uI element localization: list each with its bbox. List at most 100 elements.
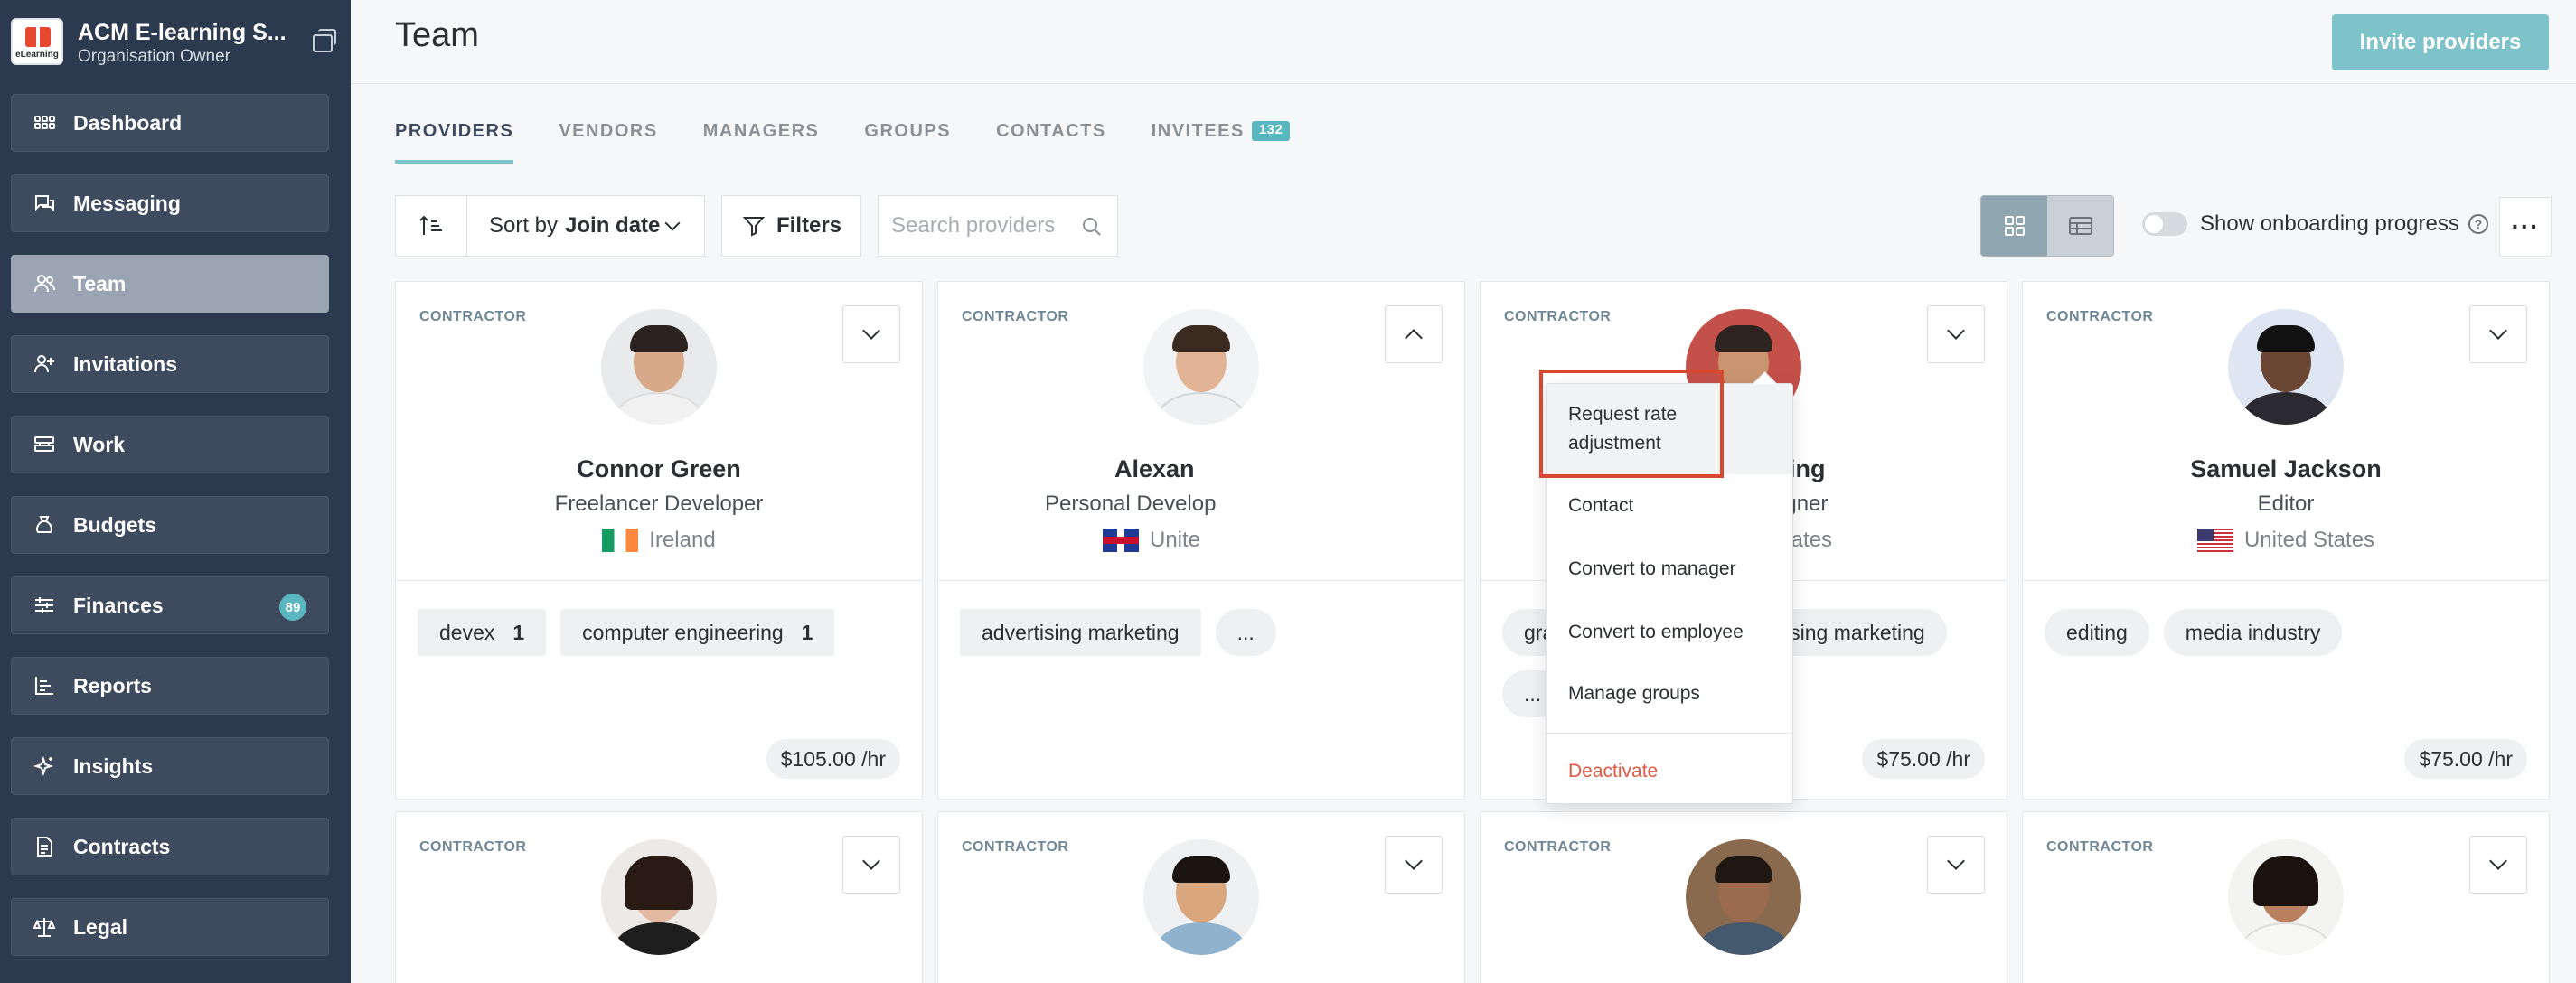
tab-vendors[interactable]: VENDORS	[559, 121, 657, 166]
menu-item-manage-groups[interactable]: Manage groups	[1547, 671, 1792, 716]
help-icon[interactable]: ?	[2468, 214, 2488, 234]
tab-providers[interactable]: PROVIDERS	[395, 121, 514, 166]
sidebar-item-contracts[interactable]: Contracts	[11, 818, 329, 875]
sidebar-item-label: Budgets	[73, 512, 156, 537]
sidebar-item-finances[interactable]: Finances 89	[11, 576, 329, 634]
sidebar-item-insights[interactable]: Insights	[11, 737, 329, 795]
provider-name[interactable]: Samuel Jackson	[2023, 455, 2549, 483]
onboarding-switch[interactable]	[2142, 212, 2187, 236]
menu-item-contact[interactable]: Contact	[1547, 483, 1792, 529]
sidebar-item-label: Invitations	[73, 351, 178, 376]
toolbar: Sort by Join date Filters	[395, 195, 1118, 257]
ireland-flag-icon	[602, 529, 639, 552]
provider-card[interactable]: CONTRACTOR Connor Green Freelancer Devel…	[395, 281, 923, 800]
hourly-rate: $75.00 /hr	[1862, 739, 1985, 779]
main-content: Team Invite providers PROVIDERS VENDORS …	[351, 0, 2576, 983]
provider-type: CONTRACTOR	[1504, 309, 1612, 324]
skill-tags: advertising marketing ...	[960, 609, 1448, 656]
onboarding-toggle[interactable]: Show onboarding progress ?	[2142, 211, 2488, 237]
onboarding-label: Show onboarding progress	[2200, 211, 2459, 236]
card-menu-toggle[interactable]	[842, 836, 900, 894]
sidebar: eLearning ACM E-learning S... Organisati…	[0, 0, 351, 983]
grid-view-icon	[2004, 216, 2025, 236]
search-icon	[1083, 218, 1101, 236]
skill-tag: computer engineering 1	[560, 609, 835, 656]
avatar	[1143, 839, 1259, 955]
switch-org-icon[interactable]	[311, 27, 336, 52]
sidebar-item-messaging[interactable]: Messaging	[11, 174, 329, 232]
invitees-count-badge: 132	[1251, 121, 1291, 141]
card-menu-toggle[interactable]	[1927, 305, 1985, 363]
skill-tag: media industry	[2163, 609, 2343, 656]
team-tabs: PROVIDERS VENDORS MANAGERS GROUPS CONTAC…	[395, 121, 1335, 166]
provider-type: CONTRACTOR	[1504, 839, 1612, 855]
provider-type: CONTRACTOR	[419, 309, 527, 324]
tab-managers[interactable]: MANAGERS	[703, 121, 820, 166]
tab-invitees[interactable]: INVITEES 132	[1152, 121, 1291, 166]
provider-type: CONTRACTOR	[2046, 309, 2154, 324]
sidebar-item-dashboard[interactable]: Dashboard	[11, 94, 329, 152]
sidebar-item-team[interactable]: Team	[11, 255, 329, 313]
scales-icon	[32, 914, 57, 940]
card-menu-toggle[interactable]	[2469, 305, 2527, 363]
menu-item-convert-to-manager[interactable]: Convert to manager	[1547, 547, 1792, 592]
users-icon	[32, 271, 57, 296]
skill-tag: devex 1	[418, 609, 547, 656]
avatar	[1143, 309, 1259, 425]
work-icon	[32, 432, 57, 457]
skill-tags: devex 1 computer engineering 1	[418, 609, 906, 656]
search-input[interactable]	[891, 213, 1072, 239]
card-menu-toggle[interactable]	[1927, 836, 1985, 894]
org-role: Organisation Owner	[78, 47, 230, 66]
sidebar-item-label: Legal	[73, 914, 128, 939]
provider-card[interactable]: CONTRACTOR	[1480, 811, 2007, 983]
card-menu-toggle[interactable]	[2469, 836, 2527, 894]
grid-view-button[interactable]	[1981, 196, 2047, 256]
sidebar-item-label: Messaging	[73, 191, 181, 215]
sort-by-value: Join date	[565, 213, 661, 238]
provider-card[interactable]: CONTRACTOR Samuel Jackson Editor United …	[2022, 281, 2550, 800]
provider-country: Unite	[938, 528, 1464, 553]
provider-role: Editor	[2257, 492, 2315, 516]
filters-button[interactable]: Filters	[721, 195, 861, 257]
card-menu-toggle[interactable]	[1385, 305, 1443, 363]
provider-card[interactable]: CONTRACTOR	[937, 811, 1465, 983]
card-menu-toggle[interactable]	[842, 305, 900, 363]
card-menu-toggle[interactable]	[1385, 836, 1443, 894]
more-options-button[interactable]: ···	[2499, 197, 2552, 257]
sliders-icon	[32, 593, 57, 618]
view-toggle	[1980, 195, 2114, 257]
provider-name[interactable]: Alexan	[938, 455, 1464, 483]
org-switcher[interactable]: eLearning ACM E-learning S... Organisati…	[11, 18, 340, 72]
uk-flag-icon	[1103, 529, 1139, 552]
header-divider	[351, 83, 2576, 84]
sidebar-item-work[interactable]: Work	[11, 416, 329, 473]
provider-card[interactable]: CONTRACTOR	[395, 811, 923, 983]
invite-providers-button[interactable]: Invite providers	[2332, 14, 2549, 70]
avatar	[2228, 309, 2344, 425]
provider-country: Ireland	[396, 528, 922, 553]
more-tags[interactable]: ...	[1215, 609, 1276, 656]
bar-chart-icon	[32, 673, 57, 698]
avatar	[601, 839, 717, 955]
finances-count-badge: 89	[279, 594, 306, 621]
tab-groups[interactable]: GROUPS	[864, 121, 951, 166]
avatar	[2228, 839, 2344, 955]
search-field[interactable]	[878, 195, 1118, 257]
sidebar-item-label: Insights	[73, 754, 154, 778]
menu-item-convert-to-employee[interactable]: Convert to employee	[1547, 610, 1792, 655]
provider-name[interactable]: Connor Green	[396, 455, 922, 483]
sidebar-item-budgets[interactable]: Budgets	[11, 496, 329, 554]
provider-card[interactable]: CONTRACTOR	[2022, 811, 2550, 983]
sidebar-item-reports[interactable]: Reports	[11, 657, 329, 715]
sort-by-dropdown[interactable]: Sort by Join date	[467, 195, 705, 257]
sort-direction-button[interactable]	[395, 195, 467, 257]
grid-icon	[32, 110, 57, 136]
sidebar-item-label: Work	[73, 432, 126, 456]
menu-item-deactivate[interactable]: Deactivate	[1547, 749, 1792, 794]
table-view-button[interactable]	[2047, 196, 2113, 256]
sidebar-item-invitations[interactable]: Invitations	[11, 335, 329, 393]
tab-contacts[interactable]: CONTACTS	[996, 121, 1106, 166]
provider-card[interactable]: CONTRACTOR Alexan Personal Develop Unite…	[937, 281, 1465, 800]
sidebar-item-legal[interactable]: Legal	[11, 898, 329, 956]
